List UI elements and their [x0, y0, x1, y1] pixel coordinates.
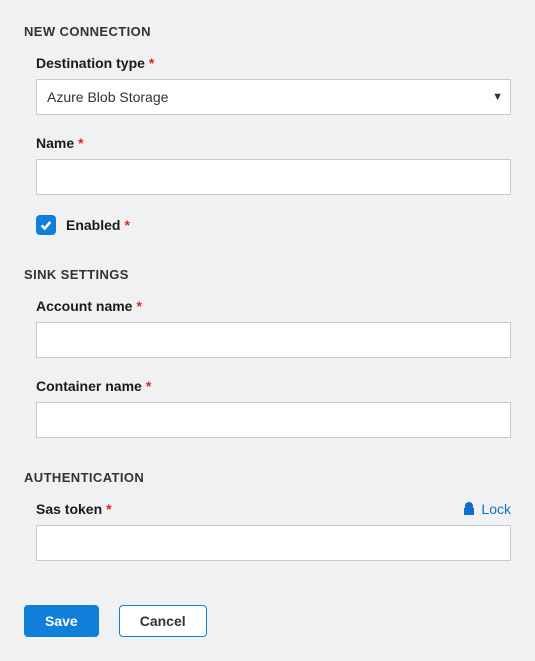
lock-icon: [463, 502, 475, 516]
cancel-button[interactable]: Cancel: [119, 605, 207, 637]
name-input[interactable]: [36, 159, 511, 195]
destination-type-select[interactable]: Azure Blob Storage: [36, 79, 511, 115]
container-name-input[interactable]: [36, 402, 511, 438]
enabled-label-text: Enabled: [66, 217, 120, 233]
check-icon: [39, 218, 53, 232]
sas-token-label-text: Sas token: [36, 501, 102, 517]
field-name: Name *: [24, 135, 511, 215]
destination-type-label: Destination type *: [36, 55, 511, 71]
section-heading-sink-settings: SINK SETTINGS: [24, 267, 511, 282]
connection-form: NEW CONNECTION Destination type * Azure …: [0, 0, 535, 661]
enabled-label: Enabled *: [66, 217, 130, 233]
required-marker: *: [124, 217, 129, 233]
required-marker: *: [78, 135, 83, 151]
account-name-label-text: Account name: [36, 298, 132, 314]
section-heading-new-connection: NEW CONNECTION: [24, 24, 511, 39]
required-marker: *: [136, 298, 141, 314]
sas-token-label-row: Sas token * Lock: [36, 501, 511, 517]
sas-token-input[interactable]: [36, 525, 511, 561]
required-marker: *: [106, 501, 111, 517]
container-name-label-text: Container name: [36, 378, 142, 394]
account-name-label: Account name *: [36, 298, 511, 314]
enabled-checkbox[interactable]: [36, 215, 56, 235]
lock-link-text: Lock: [481, 501, 511, 517]
field-container-name: Container name *: [24, 378, 511, 458]
name-label: Name *: [36, 135, 511, 151]
button-row: Save Cancel: [24, 605, 511, 637]
field-destination-type: Destination type * Azure Blob Storage ▼: [24, 55, 511, 135]
required-marker: *: [146, 378, 151, 394]
section-heading-authentication: AUTHENTICATION: [24, 470, 511, 485]
lock-link[interactable]: Lock: [463, 501, 511, 517]
container-name-label: Container name *: [36, 378, 511, 394]
field-account-name: Account name *: [24, 298, 511, 378]
account-name-input[interactable]: [36, 322, 511, 358]
sas-token-label: Sas token *: [36, 501, 112, 517]
save-button[interactable]: Save: [24, 605, 99, 637]
field-enabled: Enabled *: [24, 215, 511, 235]
required-marker: *: [149, 55, 154, 71]
name-label-text: Name: [36, 135, 74, 151]
destination-type-label-text: Destination type: [36, 55, 145, 71]
destination-type-select-wrap: Azure Blob Storage ▼: [36, 79, 511, 115]
field-sas-token: Sas token * Lock: [24, 501, 511, 581]
